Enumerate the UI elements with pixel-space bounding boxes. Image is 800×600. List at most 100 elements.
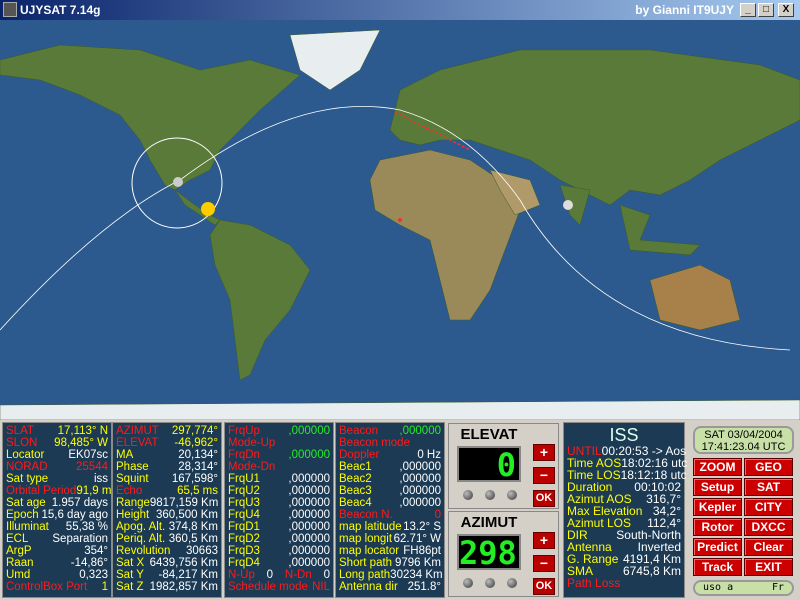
minimize-button[interactable]: _	[740, 3, 756, 17]
azimuth-plus-button[interactable]: +	[533, 532, 555, 549]
row-label: Long path	[339, 569, 391, 581]
elevation-minus-button[interactable]: −	[533, 467, 555, 484]
row-label: Orbital Period	[6, 485, 77, 497]
row-label: Sat Z	[116, 581, 144, 593]
row-value: -84,217 Km	[158, 569, 218, 581]
row-label: Beacon N.	[339, 509, 393, 521]
zoom-button[interactable]: ZOOM	[693, 458, 742, 476]
row-label: Beac3	[339, 485, 372, 497]
azimuth-minus-button[interactable]: −	[533, 555, 555, 572]
row-value: Separation	[52, 533, 108, 545]
row-value: 1982,857 Km	[149, 581, 218, 593]
row-label: Echo	[116, 485, 143, 497]
command-panel: SAT 03/04/2004 17:41:23.04 UTC ZOOM GEO Set…	[689, 422, 798, 598]
row-label: Antenna dir	[339, 581, 398, 593]
row-label: SLAT	[6, 425, 34, 437]
row-label: Beacon	[339, 425, 379, 437]
pass-prediction-panel: ISS UNTIL 00:20:53 -> Aos Time AOS 18:02:16…	[563, 422, 687, 598]
row-value: ,000000	[288, 533, 330, 545]
row-label: Beac4	[339, 497, 372, 509]
azimuth-title: AZIMUT	[460, 514, 518, 531]
elevation-ok-button[interactable]: OK	[533, 490, 555, 507]
led-indicator	[485, 578, 495, 588]
azimuth-ok-button[interactable]: OK	[533, 578, 555, 595]
geo-button[interactable]: GEO	[744, 458, 793, 476]
data-row: Beac4 ,000000	[339, 497, 441, 509]
clear-button[interactable]: Clear	[744, 538, 793, 556]
elevation-plus-button[interactable]: +	[533, 444, 555, 461]
row-label: Range	[116, 497, 150, 509]
row-label: MA	[116, 449, 134, 461]
data-row: Beacon mode	[339, 437, 441, 449]
data-row: Beac3 ,000000	[339, 485, 441, 497]
maximize-button[interactable]: □	[758, 3, 774, 17]
track-button[interactable]: Track	[693, 558, 742, 576]
status-bar: uso a Fr	[693, 580, 794, 596]
row-value: 167,598°	[171, 473, 218, 485]
row-value: 91,9 m	[76, 485, 112, 497]
elevation-control: ELEVAT 0 + − OK	[448, 423, 559, 509]
row-value: 354°	[84, 545, 108, 557]
row-label: ControlBox Port	[6, 581, 88, 593]
kepler-button[interactable]: Kepler	[693, 498, 742, 516]
data-row: ELEVAT -46,962°	[116, 437, 218, 449]
author-label: by Gianni IT9UJY	[635, 3, 734, 17]
row-label: FrqU2	[228, 485, 260, 497]
row-label: Umd	[6, 569, 31, 581]
row-value: 360,500 Km	[155, 509, 218, 521]
row-label: Sat X	[116, 557, 145, 569]
close-button[interactable]: X	[778, 3, 794, 17]
data-row: ControlBox Port 1	[6, 581, 108, 593]
row-label: Height	[116, 509, 150, 521]
row-value: ,000000	[288, 425, 330, 437]
row-value: ,000000	[399, 485, 441, 497]
row-label: map longit	[339, 533, 393, 545]
schedule-row: Schedule mode NIL	[228, 581, 330, 593]
led-indicator	[485, 490, 495, 500]
data-row: Beacon N. 0	[339, 509, 441, 521]
sat-button[interactable]: SAT	[744, 478, 793, 496]
elevation-display: 0	[457, 446, 521, 482]
data-row: SLON 98,485° W	[6, 437, 108, 449]
row-value: 28,314°	[178, 461, 218, 473]
row-value: 65,5 ms	[177, 485, 218, 497]
data-row: Orbital Period 91,9 m	[6, 485, 112, 497]
nup-row: N-Up 0 N-Dn 0	[228, 569, 330, 581]
led-indicator	[463, 490, 473, 500]
row-value: 0,323	[79, 569, 108, 581]
world-map[interactable]	[0, 20, 800, 420]
map-cursor	[398, 218, 402, 222]
predict-button[interactable]: Predict	[693, 538, 742, 556]
row-value: ,000000	[399, 497, 441, 509]
row-label: FrqD4	[228, 557, 260, 569]
data-row: SLAT 17,113° N	[6, 425, 108, 437]
data-row: NORAD 25544	[6, 461, 108, 473]
row-label: Revolution	[116, 545, 171, 557]
row-value: 55,38 %	[65, 521, 108, 533]
row-value: 0 Hz	[417, 449, 441, 461]
data-row: FrqDn ,000000	[228, 449, 330, 461]
row-value: 251.8°	[407, 581, 441, 593]
row-value: 13.2° S	[403, 521, 441, 533]
row-label: Beac2	[339, 473, 372, 485]
row-label: ELEVAT	[116, 437, 159, 449]
row-label: Sat age	[6, 497, 46, 509]
row-value: ,000000	[399, 473, 441, 485]
row-value: iss	[93, 473, 108, 485]
app-icon	[3, 2, 17, 17]
row-value: -46,962°	[174, 437, 218, 449]
clock-time: 17:41:23.04 UTC	[701, 441, 786, 453]
exit-button[interactable]: EXIT	[744, 558, 793, 576]
setup-button[interactable]: Setup	[693, 478, 742, 496]
data-row: Echo 65,5 ms	[116, 485, 218, 497]
dxcc-button[interactable]: DXCC	[744, 518, 793, 536]
row-value: ,000000	[288, 473, 330, 485]
city-button[interactable]: CITY	[744, 498, 793, 516]
rotor-button[interactable]: Rotor	[693, 518, 742, 536]
row-value: ,000000	[288, 545, 330, 557]
row-value: 0	[434, 509, 441, 521]
row-label: NORAD	[6, 461, 48, 473]
beacon-column: Beacon ,000000 Beacon mode Doppler 0 Hz Beac1…	[335, 422, 445, 598]
data-row: Periq. Alt. 360,5 Km	[116, 533, 218, 545]
moon-icon	[563, 200, 573, 210]
